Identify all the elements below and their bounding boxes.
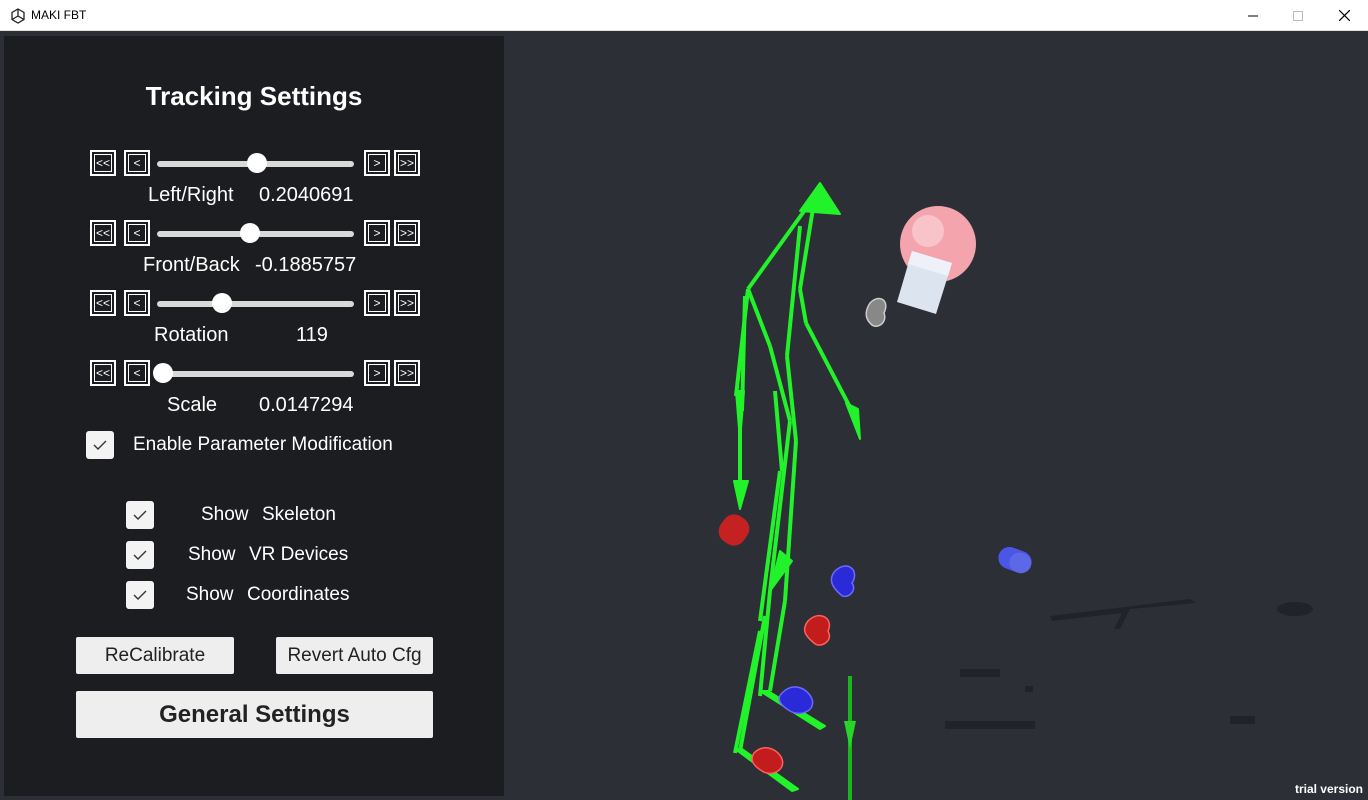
coordinate-axis — [844, 676, 856, 800]
red-tracker-upper — [803, 614, 831, 646]
tracking-settings-panel: Tracking Settings << < > >> Left/Right 0… — [4, 36, 504, 796]
step-big-forward-button[interactable]: >> — [394, 360, 420, 386]
slider-label: Scale — [167, 394, 218, 416]
checkmark-icon — [133, 510, 147, 520]
slider-left-right: << < > >> — [90, 150, 420, 180]
revert-auto-cfg-button[interactable]: Revert Auto Cfg — [276, 637, 433, 674]
show-coords-label-a: Show — [186, 584, 234, 605]
blue-tracker-upper — [830, 565, 856, 598]
step-forward-button[interactable]: > — [364, 150, 390, 176]
slider-label: Rotation — [154, 324, 229, 346]
step-big-forward-button[interactable]: >> — [394, 290, 420, 316]
show-skeleton-label-b: Skeleton — [262, 504, 336, 525]
step-big-back-button[interactable]: << — [90, 290, 116, 316]
slider-value: 0.0147294 — [259, 394, 354, 416]
show-vr-devices-checkbox[interactable] — [126, 541, 154, 569]
panel-title: Tracking Settings — [145, 81, 363, 111]
minimize-button[interactable] — [1230, 0, 1276, 31]
red-tracker-lower — [751, 747, 784, 775]
general-settings-button[interactable]: General Settings — [76, 691, 433, 738]
gray-controller — [865, 297, 887, 327]
maximize-button[interactable] — [1275, 0, 1321, 31]
recalibrate-button[interactable]: ReCalibrate — [76, 637, 234, 674]
blue-capsule — [998, 546, 1032, 574]
close-button[interactable] — [1321, 0, 1367, 31]
slider-track[interactable] — [157, 301, 354, 307]
step-big-back-button[interactable]: << — [90, 150, 116, 176]
step-forward-button[interactable]: > — [364, 360, 390, 386]
window-title: MAKI FBT — [31, 8, 87, 22]
blue-tracker-lower — [778, 686, 814, 715]
slider-rotation: << < > >> — [90, 290, 420, 320]
step-big-forward-button[interactable]: >> — [394, 150, 420, 176]
slider-thumb[interactable] — [152, 363, 173, 383]
slider-label: Left/Right — [148, 184, 234, 206]
show-skeleton-label-a: Show — [201, 504, 249, 525]
step-forward-button[interactable]: > — [364, 290, 390, 316]
show-skeleton-checkbox[interactable] — [126, 501, 154, 529]
trial-watermark: trial version — [1294, 782, 1363, 796]
minimize-icon — [1248, 15, 1258, 16]
slider-thumb[interactable] — [247, 153, 268, 173]
step-forward-button[interactable]: > — [364, 220, 390, 246]
slider-value: -0.1885757 — [255, 254, 357, 276]
maximize-icon — [1293, 10, 1303, 21]
step-big-back-button[interactable]: << — [90, 220, 116, 246]
step-back-button[interactable]: < — [124, 290, 150, 316]
head-tracker — [897, 206, 976, 314]
slider-front-back: << < > >> — [90, 220, 420, 250]
step-back-button[interactable]: < — [124, 150, 150, 176]
step-big-back-button[interactable]: << — [90, 360, 116, 386]
red-capsule — [718, 514, 750, 546]
show-coords-label-b: Coordinates — [247, 584, 350, 605]
slider-value: 119 — [296, 324, 328, 346]
enable-param-label: Enable Parameter Modification — [133, 434, 393, 455]
slider-scale: << < > >> — [90, 360, 420, 390]
slider-label: Front/Back — [143, 254, 240, 276]
slider-thumb[interactable] — [212, 293, 232, 313]
slider-track[interactable] — [157, 371, 354, 377]
title-bar: MAKI FBT — [0, 0, 1368, 31]
unity-app-icon — [11, 8, 25, 24]
close-icon — [1338, 10, 1350, 21]
show-coordinates-checkbox[interactable] — [126, 581, 154, 609]
slider-value: 0.2040691 — [259, 184, 354, 206]
checkmark-icon — [133, 550, 147, 560]
checkmark-icon — [93, 440, 107, 450]
step-big-forward-button[interactable]: >> — [394, 220, 420, 246]
show-vr-label-a: Show — [188, 544, 236, 565]
checkmark-icon — [133, 590, 147, 600]
floor-shadows — [945, 599, 1313, 729]
step-back-button[interactable]: < — [124, 360, 150, 386]
show-vr-label-b: VR Devices — [249, 544, 349, 565]
step-back-button[interactable]: < — [124, 220, 150, 246]
enable-param-checkbox[interactable] — [86, 431, 114, 459]
slider-thumb[interactable] — [239, 223, 260, 243]
